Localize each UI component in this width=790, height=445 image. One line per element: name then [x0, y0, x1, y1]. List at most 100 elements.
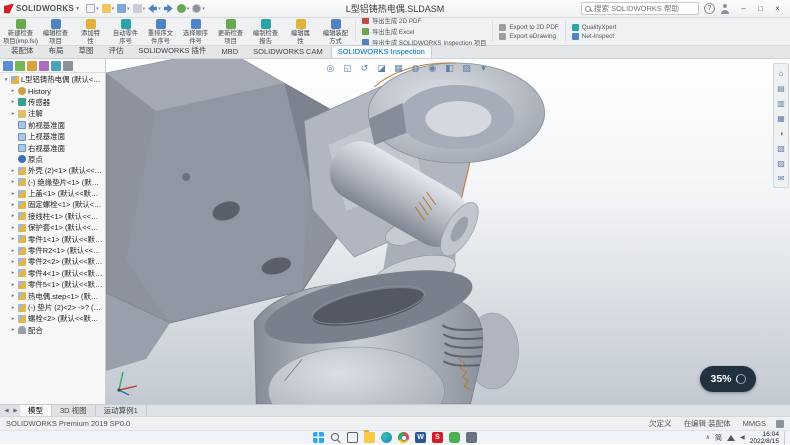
expand-arrow-icon[interactable]: ▸ [10, 282, 16, 288]
definition-status[interactable]: 欠定义 [649, 418, 672, 429]
dropdown-caret-icon[interactable]: ▾ [127, 6, 130, 12]
update-inspection-button[interactable]: 更新检查 项目 [213, 19, 248, 44]
tree-item[interactable]: ▸ 热电偶.step<1> (默认<<默认... [0, 290, 105, 301]
tree-item[interactable]: ▸ (-) 绝缘垫片<1> (默认<<默认>>_显... [0, 177, 105, 188]
dropdown-caret-icon[interactable]: ▾ [112, 6, 115, 12]
solidworks-icon[interactable]: S [432, 432, 443, 443]
dropdown-caret-icon[interactable]: ▾ [143, 6, 146, 12]
hidden-icons-chevron[interactable]: ∧ [706, 434, 710, 441]
tree-item[interactable]: 原点 [0, 154, 105, 165]
tree-item[interactable]: ▸ 零件R2<1> (默认<<默认>_显示... [0, 245, 105, 256]
section-view-icon[interactable]: ◪ [375, 62, 388, 75]
tree-item[interactable]: ▸ 零件2<2> (默认<<默认>_显示状... [0, 256, 105, 267]
tab-sketch[interactable]: 草图 [72, 43, 101, 58]
dropdown-caret-icon[interactable]: ▾ [202, 6, 205, 12]
new-inspection-project-button[interactable]: 新建检查 项目(imp.fsi) [3, 19, 38, 44]
tree-item[interactable]: ▸ 零件1<1> (默认<<默认>_显示状态... [0, 233, 105, 244]
tab-solidworks-cam[interactable]: SOLIDWORKS CAM [246, 45, 330, 58]
expand-arrow-icon[interactable]: ▸ [10, 248, 16, 254]
tree-item[interactable]: ▸ 注解 [0, 108, 105, 119]
tab-mbd[interactable]: MBD [214, 45, 245, 58]
clock[interactable]: 16:04 2022/8/15 [750, 431, 779, 445]
edit-properties-button[interactable]: 编辑属 性 [283, 19, 318, 44]
redo-icon[interactable] [164, 4, 174, 13]
expand-arrow-icon[interactable]: ▸ [10, 202, 16, 208]
chat-app-icon[interactable] [449, 432, 460, 443]
tree-item[interactable]: ▸ History [0, 85, 105, 96]
dimxpert-manager-tab-icon[interactable] [39, 61, 49, 71]
settings-icon[interactable] [466, 432, 477, 443]
tree-item[interactable]: ▸ 零件4<1> (默认<<默认>_显示状... [0, 268, 105, 279]
close-button[interactable]: × [769, 1, 786, 17]
display-manager-tab-icon[interactable] [51, 61, 61, 71]
expand-arrow-icon[interactable]: ▸ [10, 88, 16, 94]
property-manager-tab-icon[interactable] [15, 61, 25, 71]
volume-icon[interactable]: ◀ [740, 434, 745, 441]
configuration-manager-tab-icon[interactable] [27, 61, 37, 71]
expand-arrow-icon[interactable]: ▸ [10, 111, 16, 117]
print-icon[interactable]: ▾ [133, 4, 146, 13]
view-settings-icon[interactable]: ▾ [477, 62, 490, 75]
expand-arrow-icon[interactable]: ▸ [10, 99, 16, 105]
custom-properties-icon[interactable]: ▨ [775, 157, 787, 169]
display-style-icon[interactable]: ◍ [409, 62, 422, 75]
zoom-fit-icon[interactable]: ◎ [324, 62, 337, 75]
qualityxpert-button[interactable]: QualityXpert [572, 24, 617, 31]
hide-show-items-icon[interactable]: ◉ [426, 62, 439, 75]
tabs-scroll-left-icon[interactable]: ◀ [2, 408, 11, 414]
rebuild-icon[interactable]: ▾ [177, 4, 190, 13]
tree-item[interactable]: ▸ 配合 [0, 325, 105, 336]
expand-arrow-icon[interactable]: ▾ [3, 77, 9, 83]
minimize-button[interactable]: – [735, 1, 752, 17]
file-explorer-icon[interactable] [364, 432, 375, 443]
tree-item[interactable]: ▸ 外壳 (2)<1> (默认<<默认>_显示状态-1... [0, 165, 105, 176]
tree-item[interactable]: ▸ 保护套<1> (默认<<默认>_显示状态... [0, 222, 105, 233]
resources-icon[interactable]: ⌂ [775, 67, 787, 79]
task-view-icon[interactable] [347, 432, 358, 443]
pick-balloon-order-button[interactable]: 选择顺序 件号 [178, 19, 213, 44]
show-desktop-button[interactable] [784, 431, 787, 445]
zoom-area-icon[interactable]: ◱ [341, 62, 354, 75]
editing-status[interactable]: 在编辑 装配体 [684, 418, 731, 429]
tree-item[interactable]: 上视基准面 [0, 131, 105, 142]
help-search-box[interactable] [581, 2, 699, 15]
create-inspection-report-button[interactable]: 编制检查 报告 [248, 19, 283, 44]
start-icon[interactable] [313, 432, 324, 443]
expand-arrow-icon[interactable]: ▸ [10, 191, 16, 197]
solidworks-menu[interactable]: SOLIDWORKS ▾ [4, 4, 79, 14]
resequence-balloon-button[interactable]: 重排序文 件序号 [143, 19, 178, 44]
save-icon[interactable]: ▾ [117, 4, 130, 13]
export-edrawing-button[interactable]: Export eDrawing [499, 33, 558, 40]
apply-scene-icon[interactable]: ▨ [460, 62, 473, 75]
feature-manager-tab-icon[interactable] [3, 61, 13, 71]
edge-icon[interactable] [381, 432, 392, 443]
expand-arrow-icon[interactable]: ▸ [10, 259, 16, 265]
export-excel-button[interactable]: 导出生成 Excel [362, 27, 486, 36]
browser-icon[interactable] [398, 432, 409, 443]
edit-appearance-icon[interactable]: ◧ [443, 62, 456, 75]
expand-arrow-icon[interactable]: ▸ [10, 168, 16, 174]
tab-assembly[interactable]: 装配体 [4, 43, 41, 58]
edit-assembly-button[interactable]: 编辑装配 方式 [318, 19, 353, 44]
view-orientation-icon[interactable]: ▦ [392, 62, 405, 75]
expand-arrow-icon[interactable]: ▸ [10, 327, 16, 333]
search-input[interactable] [594, 4, 695, 13]
network-icon[interactable] [727, 435, 735, 441]
3d-views-tab[interactable]: 3D 视图 [52, 405, 96, 416]
dropdown-caret-icon[interactable]: ▾ [187, 6, 190, 12]
design-library-icon[interactable]: ▤ [775, 82, 787, 94]
tree-item[interactable]: ▸ 上盖<1> (默认<<默认>_显示状... [0, 188, 105, 199]
tree-item[interactable]: 前视基准面 [0, 120, 105, 131]
file-explorer-icon[interactable]: ▥ [775, 97, 787, 109]
expand-arrow-icon[interactable]: ▸ [10, 213, 16, 219]
options-icon[interactable]: ▾ [192, 4, 205, 13]
tab-evaluate[interactable]: 评估 [102, 43, 131, 58]
word-icon[interactable]: W [415, 432, 426, 443]
scenes-icon[interactable]: ▧ [775, 142, 787, 154]
maximize-button[interactable]: □ [752, 1, 769, 17]
undo-icon[interactable]: ▾ [148, 4, 161, 13]
tree-item[interactable]: ▸ 接线柱<1> (默认<<默认>_显示状态... [0, 211, 105, 222]
tree-item[interactable]: ▸ (-) 垫片 (2)<2> ->? (默认<<默认>... [0, 302, 105, 313]
tree-item[interactable]: ▸ 传感器 [0, 97, 105, 108]
forum-icon[interactable]: ✉ [775, 172, 787, 184]
